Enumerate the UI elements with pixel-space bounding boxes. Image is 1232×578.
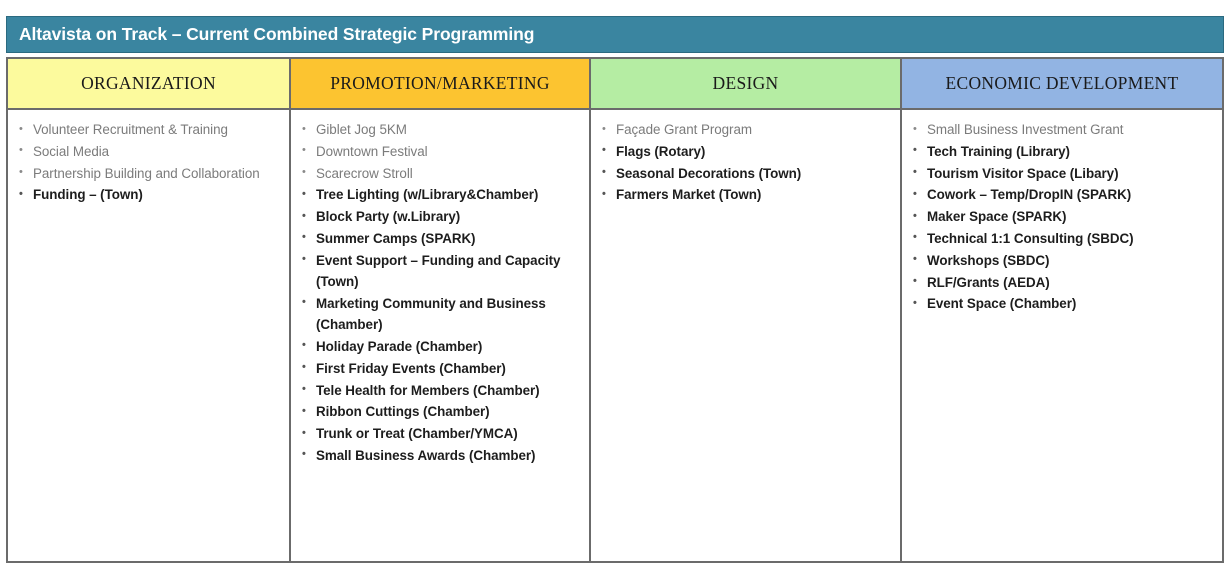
list-item: Event Space (Chamber) [906, 293, 1216, 315]
column-organization: ORGANIZATION Volunteer Recruitment & Tra… [6, 57, 291, 563]
column-design: DESIGN Façade Grant ProgramFlags (Rotary… [591, 57, 902, 563]
strategic-programming-table: ORGANIZATION Volunteer Recruitment & Tra… [6, 57, 1224, 563]
list-item: Cowork – Temp/DropIN (SPARK) [906, 184, 1216, 206]
list-item: Farmers Market (Town) [595, 184, 894, 206]
column-header-economic-development: ECONOMIC DEVELOPMENT [902, 57, 1222, 110]
list-item: Scarecrow Stroll [295, 162, 583, 184]
list-item: Ribbon Cuttings (Chamber) [295, 401, 583, 423]
list-item: RLF/Grants (AEDA) [906, 271, 1216, 293]
list-promotion-marketing: Giblet Jog 5KMDowntown FestivalScarecrow… [295, 118, 583, 466]
slide: Altavista on Track – Current Combined St… [0, 0, 1232, 578]
list-item: Seasonal Decorations (Town) [595, 162, 894, 184]
list-item: Tech Training (Library) [906, 140, 1216, 162]
slide-title-bar: Altavista on Track – Current Combined St… [6, 16, 1224, 53]
list-item: First Friday Events (Chamber) [295, 357, 583, 379]
list-item: Block Party (w.Library) [295, 206, 583, 228]
column-header-design: DESIGN [591, 57, 900, 110]
list-item: Funding – (Town) [12, 184, 283, 206]
column-body-design: Façade Grant ProgramFlags (Rotary)Season… [591, 110, 900, 563]
column-body-promotion-marketing: Giblet Jog 5KMDowntown FestivalScarecrow… [291, 110, 589, 563]
list-item: Event Support – Funding and Capacity (To… [295, 249, 583, 293]
page-title: Altavista on Track – Current Combined St… [19, 24, 535, 44]
column-body-economic-development: Small Business Investment GrantTech Trai… [902, 110, 1222, 563]
list-item: Tree Lighting (w/Library&Chamber) [295, 184, 583, 206]
list-design: Façade Grant ProgramFlags (Rotary)Season… [595, 118, 894, 206]
column-promotion-marketing: PROMOTION/MARKETING Giblet Jog 5KMDownto… [291, 57, 591, 563]
list-item: Holiday Parade (Chamber) [295, 335, 583, 357]
list-item: Partnership Building and Collaboration [12, 162, 283, 184]
column-header-organization: ORGANIZATION [8, 57, 289, 110]
list-item: Summer Camps (SPARK) [295, 227, 583, 249]
column-body-organization: Volunteer Recruitment & TrainingSocial M… [8, 110, 289, 563]
list-item: Workshops (SBDC) [906, 249, 1216, 271]
list-item: Tele Health for Members (Chamber) [295, 379, 583, 401]
list-item: Technical 1:1 Consulting (SBDC) [906, 227, 1216, 249]
list-item: Flags (Rotary) [595, 140, 894, 162]
list-item: Façade Grant Program [595, 118, 894, 140]
list-economic-development: Small Business Investment GrantTech Trai… [906, 118, 1216, 315]
list-organization: Volunteer Recruitment & TrainingSocial M… [12, 118, 283, 206]
list-item: Small Business Investment Grant [906, 118, 1216, 140]
list-item: Tourism Visitor Space (Libary) [906, 162, 1216, 184]
list-item: Maker Space (SPARK) [906, 206, 1216, 228]
list-item: Volunteer Recruitment & Training [12, 118, 283, 140]
list-item: Marketing Community and Business (Chambe… [295, 292, 583, 336]
list-item: Small Business Awards (Chamber) [295, 444, 583, 466]
column-header-promotion-marketing: PROMOTION/MARKETING [291, 57, 589, 110]
list-item: Giblet Jog 5KM [295, 118, 583, 140]
column-economic-development: ECONOMIC DEVELOPMENT Small Business Inve… [902, 57, 1224, 563]
list-item: Social Media [12, 140, 283, 162]
list-item: Trunk or Treat (Chamber/YMCA) [295, 423, 583, 445]
list-item: Downtown Festival [295, 140, 583, 162]
